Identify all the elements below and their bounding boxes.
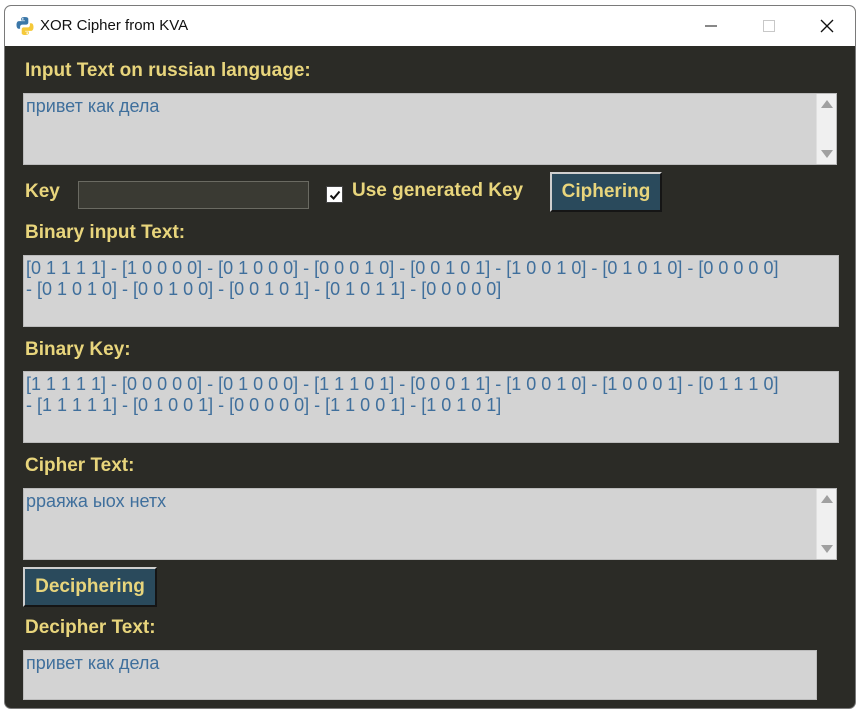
main-content: Input Text on russian language: привет к… [5,46,855,708]
scroll-up-arrow-icon[interactable] [821,495,833,503]
binary-key-text-area[interactable]: [1 1 1 1 1] - [0 0 0 0 0] - [0 1 0 0 0] … [23,371,839,443]
input-scrollbar[interactable] [816,94,836,164]
cipher-text-value: рраяжа ыох нетх [26,491,167,511]
minimize-icon [705,25,717,27]
ciphering-button[interactable]: Ciphering [550,172,662,212]
input-text-area[interactable]: привет как дела [23,93,837,165]
cipher-scrollbar[interactable] [816,489,836,559]
binary-input-label: Binary input Text: [25,222,186,243]
binary-input-line-1: [0 1 1 1 1] - [1 0 0 0 0] - [0 1 0 0 0] … [26,258,779,278]
key-label: Key [25,181,60,202]
decipher-text-area[interactable]: привет как дела [23,650,817,700]
checkmark-icon [329,190,340,200]
decipher-text-value: привет как дела [26,653,160,673]
close-icon [820,19,834,33]
scroll-down-arrow-icon[interactable] [821,150,833,158]
cipher-text-label: Cipher Text: [25,455,135,476]
binary-input-line-2: - [0 1 0 1 0] - [0 0 1 0 0] - [0 0 1 0 1… [26,279,502,299]
title-bar: XOR Cipher from KVA [5,6,855,46]
python-icon [16,17,34,35]
binary-input-text-area[interactable]: [0 1 1 1 1] - [1 0 0 0 0] - [0 1 0 0 0] … [23,255,839,327]
use-generated-key-checkbox[interactable] [326,186,343,203]
scroll-down-arrow-icon[interactable] [821,545,833,553]
input-text-label: Input Text on russian language: [25,60,311,81]
input-text-value: привет как дела [26,96,160,116]
cipher-text-area[interactable]: рраяжа ыох нетх [23,488,837,560]
maximize-button[interactable] [740,6,798,46]
maximize-icon [763,20,775,32]
minimize-button[interactable] [682,6,740,46]
binary-key-line-2: - [1 1 1 1 1] - [0 1 0 0 1] - [0 0 0 0 0… [26,395,502,415]
binary-key-line-1: [1 1 1 1 1] - [0 0 0 0 0] - [0 1 0 0 0] … [26,374,779,394]
use-generated-key-label[interactable]: Use generated Key [352,180,523,202]
app-window: XOR Cipher from KVA Input Text on russia… [4,5,856,709]
deciphering-button[interactable]: Deciphering [23,567,157,607]
close-button[interactable] [798,6,855,46]
decipher-text-label: Decipher Text: [25,617,156,638]
binary-key-label: Binary Key: [25,339,131,360]
key-input[interactable] [78,181,309,209]
scroll-up-arrow-icon[interactable] [821,100,833,108]
window-title: XOR Cipher from KVA [40,17,189,34]
